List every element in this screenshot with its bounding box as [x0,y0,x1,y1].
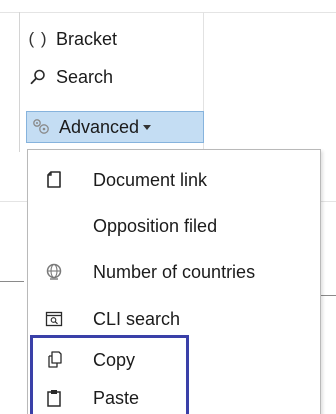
menu-item-label: Document link [93,169,208,190]
ribbon-group-divider-left [19,12,20,152]
search-icon [28,67,48,87]
chevron-down-icon [143,124,152,130]
advanced-icon [31,117,51,137]
background-line-left [0,281,24,282]
paste-icon [44,388,64,408]
menu-item-paste[interactable]: Paste [28,380,320,414]
cli-search-icon [44,309,64,329]
menu-item-label: Copy [93,349,136,370]
menu-item-label: Paste [93,387,140,408]
menu-item-opposition-filed[interactable]: Opposition filed [28,208,320,244]
advanced-dropdown-button[interactable]: Advanced [26,111,204,143]
copy-icon [44,350,64,370]
globe-icon [44,262,64,282]
bracket-icon: ( ) [28,29,48,48]
bracket-label: Bracket [56,28,118,49]
search-label: Search [56,66,114,87]
advanced-dropdown-menu: Document link Opposition filed Number of… [27,149,321,414]
ribbon-top-divider [0,12,336,13]
menu-item-cli-search[interactable]: CLI search [28,301,320,337]
menu-item-document-link[interactable]: Document link [28,162,320,198]
menu-item-label: Number of countries [93,261,256,282]
menu-item-label: Opposition filed [93,215,218,236]
menu-item-number-of-countries[interactable]: Number of countries [28,254,320,290]
document-link-icon [44,170,64,190]
ribbon-dropdown-screen: ( ) Bracket Search Advanced Document lin… [0,0,336,414]
bracket-button[interactable]: ( ) Bracket [28,24,117,54]
advanced-label: Advanced [59,116,140,137]
menu-item-label: CLI search [93,308,181,329]
search-button[interactable]: Search [28,62,113,92]
menu-item-copy[interactable]: Copy [28,342,320,378]
background-line-right [320,295,336,296]
